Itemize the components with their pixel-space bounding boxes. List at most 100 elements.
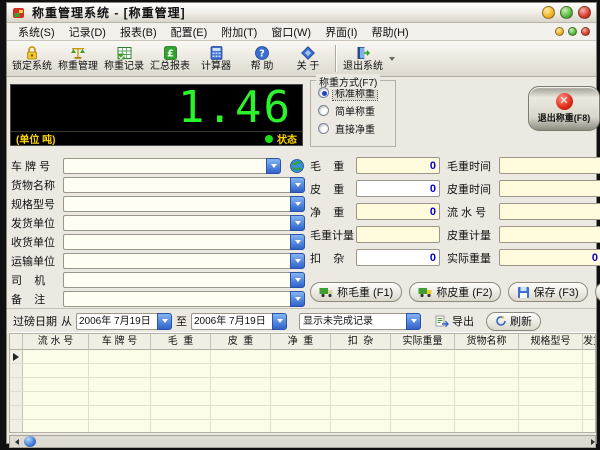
column-header-0[interactable]: 流 水 号	[23, 334, 89, 349]
scroll-left-icon[interactable]	[10, 436, 23, 447]
from-date-dropdown-icon[interactable]	[157, 313, 172, 330]
combo-field-6[interactable]	[63, 272, 305, 288]
table-row[interactable]	[10, 364, 595, 378]
column-header-9[interactable]: 发货单位	[583, 334, 596, 349]
radio-icon[interactable]	[318, 87, 329, 98]
globe-icon[interactable]	[289, 158, 305, 174]
gross-weight-field[interactable]: 0	[356, 157, 440, 174]
radio-icon[interactable]	[318, 123, 329, 134]
combo-field-2[interactable]	[63, 196, 305, 212]
minimize-button[interactable]	[542, 6, 555, 19]
from-date-picker[interactable]: 2006年 7月19日	[76, 313, 172, 330]
table-cell	[331, 364, 391, 377]
dropdown-icon[interactable]	[290, 196, 305, 212]
table-row[interactable]	[10, 350, 595, 364]
combo-input[interactable]	[63, 253, 290, 269]
combo-input[interactable]	[63, 272, 290, 288]
summary-report-button[interactable]: £ 汇总报表	[147, 41, 193, 76]
combo-input[interactable]	[63, 196, 290, 212]
close-button[interactable]	[578, 6, 591, 19]
menu-item-6[interactable]: 界面(I)	[318, 23, 364, 41]
weigh-manage-button[interactable]: 称重管理	[55, 41, 101, 76]
menu-item-5[interactable]: 窗口(W)	[264, 23, 318, 41]
combo-field-3[interactable]	[63, 215, 305, 231]
table-row[interactable]	[10, 378, 595, 392]
combo-field-1[interactable]	[63, 177, 305, 193]
radio-icon[interactable]	[318, 105, 329, 116]
deduct-field[interactable]: 0	[356, 249, 440, 266]
mode-option-2[interactable]: 直接净重	[318, 122, 395, 135]
tare-meter-field[interactable]	[499, 226, 600, 243]
column-header-2[interactable]: 毛 重	[151, 334, 211, 349]
to-date-picker[interactable]: 2006年 7月19日	[191, 313, 287, 330]
column-header-6[interactable]: 实际重量	[391, 334, 455, 349]
dropdown-icon[interactable]	[266, 158, 281, 174]
gross-meter-field[interactable]	[356, 226, 440, 243]
combo-input[interactable]	[63, 215, 290, 231]
mode-option-1[interactable]: 简单称重	[318, 104, 395, 117]
dropdown-icon[interactable]	[290, 291, 305, 307]
menu-item-7[interactable]: 帮助(H)	[364, 23, 415, 41]
column-header-1[interactable]: 车 牌 号	[89, 334, 151, 349]
weight-display: 1.46 (单位 吨) 状态	[10, 84, 303, 146]
table-row[interactable]	[10, 420, 595, 433]
net-weight-field[interactable]: 0	[356, 203, 440, 220]
column-header-3[interactable]: 皮 重	[211, 334, 271, 349]
save-button[interactable]: 保存 (F3)	[508, 282, 587, 302]
calculator-button[interactable]: 计算器	[193, 41, 239, 76]
weigh-records-button[interactable]: 称重记录	[101, 41, 147, 76]
child-close-button[interactable]	[581, 27, 590, 36]
toolbar-overflow-icon[interactable]	[389, 57, 395, 61]
actual-weight-field[interactable]: 0	[499, 249, 600, 266]
lock-system-button[interactable]: 锁定系统	[9, 41, 55, 76]
dropdown-icon[interactable]	[290, 253, 305, 269]
menu-item-0[interactable]: 系统(S)	[11, 23, 62, 41]
scroll-right-icon[interactable]	[582, 436, 595, 447]
gross-time-field[interactable]	[499, 157, 600, 174]
combo-input[interactable]	[63, 234, 290, 250]
combo-field-5[interactable]	[63, 253, 305, 269]
column-header-4[interactable]: 净 重	[271, 334, 331, 349]
table-row[interactable]	[10, 406, 595, 420]
dropdown-icon[interactable]	[290, 177, 305, 193]
combo-input[interactable]	[63, 177, 290, 193]
tare-time-field[interactable]	[499, 180, 600, 197]
combo-field-7[interactable]	[63, 291, 305, 307]
weigh-gross-button[interactable]: 称毛重 (F1)	[310, 282, 402, 302]
dropdown-icon[interactable]	[290, 272, 305, 288]
combo-input[interactable]	[63, 158, 266, 174]
record-filter-select[interactable]: 显示未完成记录	[299, 313, 421, 330]
record-filter-dropdown-icon[interactable]	[406, 313, 421, 330]
print-button[interactable]: 打印 (F5)	[595, 282, 600, 302]
table-row[interactable]	[10, 392, 595, 406]
records-table[interactable]: 流 水 号车 牌 号毛 重皮 重净 重扣 杂实际重量货物名称规格型号发货单位	[9, 333, 596, 433]
save-icon	[517, 286, 530, 299]
menu-item-1[interactable]: 记录(D)	[62, 23, 113, 41]
column-header-8[interactable]: 规格型号	[519, 334, 583, 349]
exit-system-button[interactable]: 退出系统	[340, 41, 386, 76]
dropdown-icon[interactable]	[290, 215, 305, 231]
exit-weighing-button[interactable]: ✕ 退出称重(F8)	[528, 86, 600, 131]
to-date-dropdown-icon[interactable]	[272, 313, 287, 330]
about-button[interactable]: 关 于	[285, 41, 331, 76]
combo-input[interactable]	[63, 291, 290, 307]
menu-item-3[interactable]: 配置(E)	[164, 23, 215, 41]
child-restore-button[interactable]	[568, 27, 577, 36]
child-minimize-button[interactable]	[555, 27, 564, 36]
horizontal-scrollbar[interactable]	[9, 435, 596, 448]
menu-item-4[interactable]: 附加(T)	[214, 23, 264, 41]
weigh-tare-button[interactable]: 称皮重 (F2)	[409, 282, 501, 302]
column-header-7[interactable]: 货物名称	[455, 334, 519, 349]
maximize-button[interactable]	[560, 6, 573, 19]
scrollbar-thumb[interactable]	[24, 436, 36, 447]
help-button[interactable]: ? 帮 助	[239, 41, 285, 76]
column-header-5[interactable]: 扣 杂	[331, 334, 391, 349]
menu-item-2[interactable]: 报表(B)	[113, 23, 164, 41]
dropdown-icon[interactable]	[290, 234, 305, 250]
combo-field-0[interactable]	[63, 158, 281, 174]
tare-weight-field[interactable]: 0	[356, 180, 440, 197]
export-button[interactable]: 导出	[435, 313, 474, 329]
serial-number-field[interactable]	[499, 203, 600, 220]
refresh-button[interactable]: 刷新	[486, 312, 541, 331]
combo-field-4[interactable]	[63, 234, 305, 250]
